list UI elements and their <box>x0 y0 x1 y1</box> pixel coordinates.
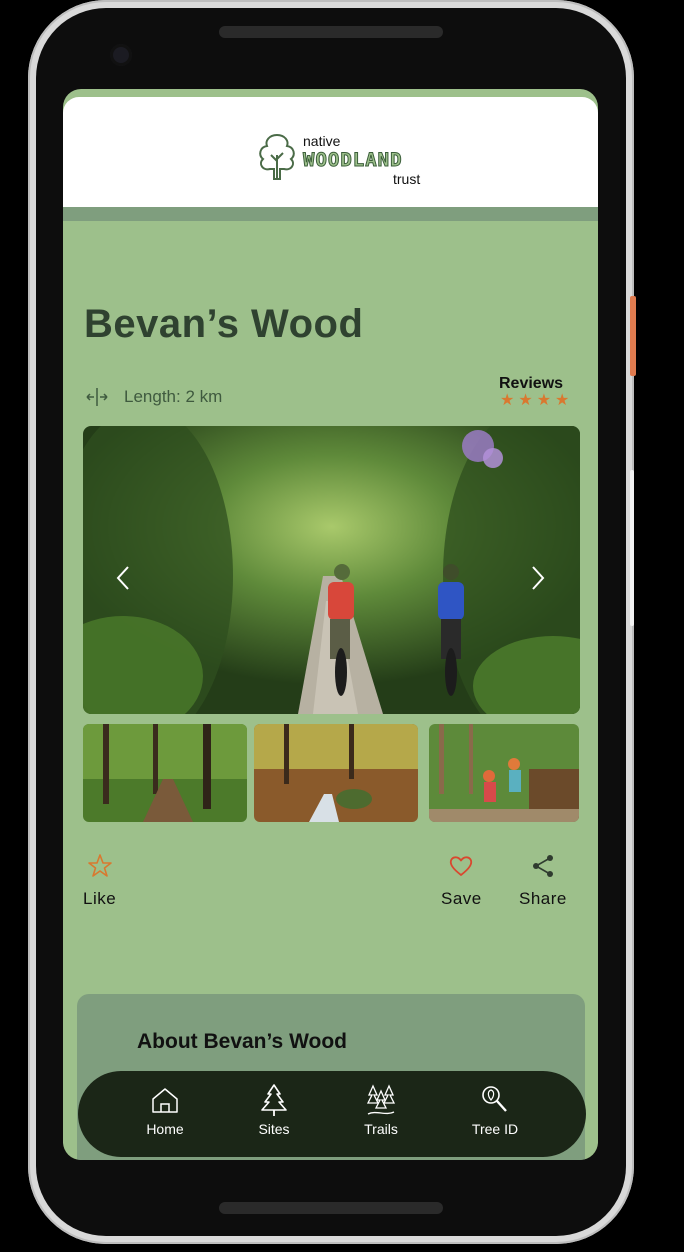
like-button[interactable]: Like <box>83 853 116 909</box>
front-camera <box>110 44 132 66</box>
bottom-navigation: Home Sites Trails Tree ID <box>78 1071 586 1157</box>
tree-logo-icon <box>259 133 295 180</box>
star-icon: ★ <box>536 392 552 409</box>
share-button[interactable]: Share <box>519 853 567 909</box>
hero-photo[interactable] <box>83 426 580 714</box>
volume-button <box>630 470 634 626</box>
tree-icon <box>261 1084 287 1116</box>
app-screen: native WOODLAND trust Bevan’s Wood Lengt… <box>63 89 598 1160</box>
save-label: Save <box>441 889 482 908</box>
star-icon: ★ <box>518 392 533 409</box>
about-title: About Bevan’s Wood <box>137 1030 347 1053</box>
length-icon <box>86 388 108 406</box>
reviews-label[interactable]: Reviews <box>499 375 563 393</box>
nav-item-tree-id[interactable]: Tree ID <box>455 1083 535 1137</box>
star-icon: ★ <box>500 392 515 409</box>
length-info: Length: 2 km <box>84 385 222 409</box>
logo-trust-text: trust <box>393 171 421 187</box>
speaker-top <box>219 26 443 38</box>
length-label: Length: 2 km <box>124 387 223 406</box>
woodland-trust-logo[interactable]: native WOODLAND trust <box>255 121 435 187</box>
chevron-right-icon[interactable] <box>528 564 548 592</box>
page-title: Bevan’s Wood <box>84 302 364 346</box>
forest-path-image <box>83 724 247 822</box>
hero-image-cyclists <box>83 426 580 714</box>
heart-icon <box>450 856 473 876</box>
nav-tree-id-label: Tree ID <box>471 1121 519 1137</box>
home-icon <box>152 1088 178 1113</box>
gallery-thumbnail-2[interactable] <box>254 724 418 822</box>
kids-trail-image <box>429 724 579 822</box>
star-outline-icon <box>87 854 112 877</box>
nav-item-sites[interactable]: Sites <box>234 1083 314 1137</box>
like-label: Like <box>83 889 117 908</box>
nav-home-label: Home <box>146 1121 184 1137</box>
gallery-thumbnail-1[interactable] <box>83 724 247 822</box>
nav-item-home[interactable]: Home <box>125 1083 205 1137</box>
magnifier-icon <box>482 1086 507 1112</box>
power-button <box>630 296 636 376</box>
logo-woodland-text: WOODLAND <box>303 149 403 172</box>
rating-stars: ★ ★ ★ ★ <box>500 392 569 410</box>
star-icon: ★ <box>555 392 570 409</box>
header-divider <box>63 207 598 221</box>
app-header: native WOODLAND trust <box>63 97 598 207</box>
speaker-bottom <box>219 1202 443 1214</box>
gallery-thumbnail-3[interactable] <box>429 724 579 822</box>
save-button[interactable]: Save <box>441 853 482 909</box>
nav-sites-label: Sites <box>258 1121 290 1137</box>
share-icon <box>532 855 553 877</box>
nav-trails-label: Trails <box>364 1121 398 1137</box>
autumn-stream-image <box>254 724 418 822</box>
forest-icon <box>366 1084 396 1115</box>
chevron-left-icon[interactable] <box>113 564 133 592</box>
nav-item-trails[interactable]: Trails <box>341 1083 421 1137</box>
share-label: Share <box>519 889 567 908</box>
logo-native-text: native <box>303 133 341 149</box>
